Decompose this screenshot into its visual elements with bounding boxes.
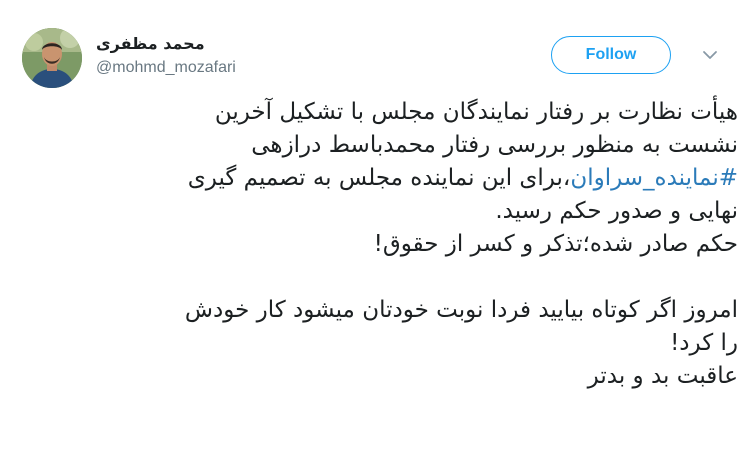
tweet-line: نشست به منظور بررسی رفتار محمدباسط درازه… xyxy=(251,132,738,158)
tweet-line: حکم صادر شده؛تذکر و کسر از حقوق! xyxy=(373,231,738,257)
follow-button[interactable]: Follow xyxy=(551,36,671,74)
hashtag-link[interactable]: #نماینده_سراوان xyxy=(570,165,738,191)
tweet-line: را کرد! xyxy=(670,330,738,356)
tweet-line: نهایی و صدور حکم رسید. xyxy=(495,198,738,224)
screen-name[interactable]: @mohmd_mozafari xyxy=(96,58,236,78)
user-block: محمد مظفری @mohmd_mozafari xyxy=(96,34,236,78)
tweet-line: امروز اگر کوتاه بیایید فردا نوبت خودتان … xyxy=(184,297,738,323)
avatar-photo-icon xyxy=(22,28,82,88)
tweet-line-with-hashtag: #نماینده_سراوان،برای این نماینده مجلس به… xyxy=(38,162,738,195)
display-name[interactable]: محمد مظفری xyxy=(96,34,236,56)
tweet-line: عاقبت بد و بدتر xyxy=(587,363,738,389)
tweet-header: محمد مظفری @mohmd_mozafari Follow xyxy=(0,0,747,92)
avatar[interactable] xyxy=(22,28,82,88)
tweet-line: هیأت نظارت بر رفتار نمایندگان مجلس با تش… xyxy=(214,99,738,125)
chevron-down-icon[interactable] xyxy=(701,48,719,62)
tweet-text: هیأت نظارت بر رفتار نمایندگان مجلس با تش… xyxy=(38,96,738,393)
tweet-line-rest: ،برای این نماینده مجلس به تصمیم گیری xyxy=(187,165,571,191)
